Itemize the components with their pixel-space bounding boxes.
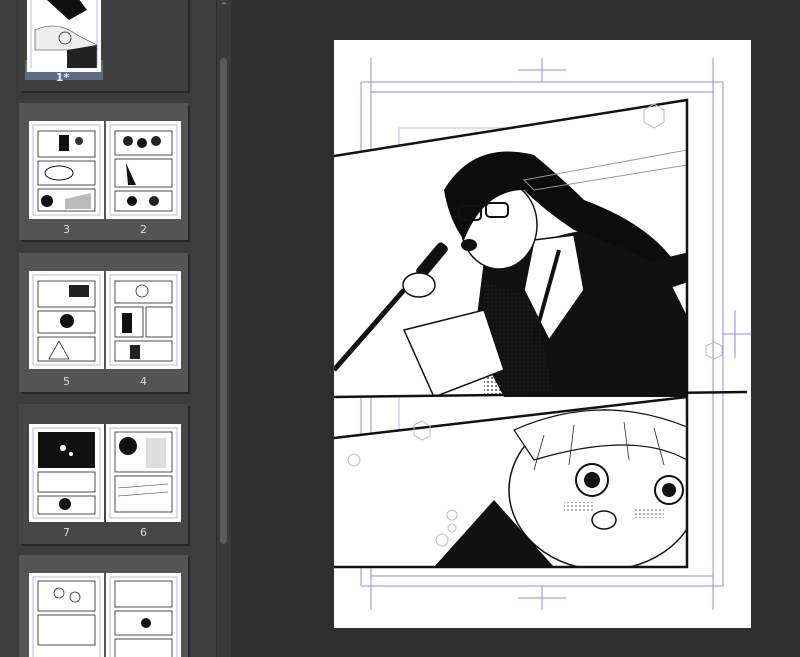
page-thumbnail-9[interactable]: [29, 573, 104, 657]
panel-singer: [334, 100, 687, 397]
page-manager-panel: 1* 3 2 5 4 7 6: [0, 0, 216, 657]
page-number-3: 3: [63, 223, 70, 236]
page-8-artwork: [109, 576, 178, 657]
page-artwork: [334, 58, 751, 610]
page-thumbnail-5[interactable]: [29, 271, 104, 369]
page-thumbnail-1[interactable]: [27, 0, 101, 72]
scroll-up-arrow-icon[interactable]: ⌃: [219, 2, 229, 12]
page-thumbnail-4[interactable]: [106, 271, 181, 369]
page-4-artwork: [109, 274, 178, 366]
page-3-artwork: [32, 124, 101, 216]
page-thumbnail-2[interactable]: [106, 121, 181, 219]
canvas-workspace[interactable]: [231, 0, 800, 657]
spread-pages-7-6[interactable]: 7 6: [19, 404, 188, 544]
page-number-5: 5: [63, 375, 70, 388]
page-1-artwork: [27, 0, 101, 72]
page-thumbnail-6[interactable]: [106, 424, 181, 522]
scrollbar-thumb[interactable]: [220, 58, 227, 544]
manga-page-canvas[interactable]: [334, 40, 751, 628]
spread-pages-3-2[interactable]: 3 2: [19, 103, 188, 240]
spread-page-1[interactable]: 1*: [19, 0, 188, 91]
page-thumbnail-8[interactable]: [106, 573, 181, 657]
spread-pages-9-8[interactable]: [19, 555, 188, 657]
page-number-7: 7: [63, 526, 70, 539]
panel-surprised-face: [334, 397, 687, 567]
page-9-artwork: [32, 576, 101, 657]
page-thumbnail-3[interactable]: [29, 121, 104, 219]
page-number-4: 4: [140, 375, 147, 388]
spread-pages-5-4[interactable]: 5 4: [19, 253, 188, 392]
page-5-artwork: [32, 274, 101, 366]
page-7-artwork: [32, 427, 101, 519]
page-thumbnail-7[interactable]: [29, 424, 104, 522]
page-2-artwork: [109, 124, 178, 216]
page-6-artwork: [109, 427, 178, 519]
page-number-2: 2: [140, 223, 147, 236]
page-number-1: 1*: [55, 71, 70, 84]
page-number-6: 6: [140, 526, 147, 539]
page-list-scrollbar[interactable]: ⌃: [216, 0, 231, 657]
